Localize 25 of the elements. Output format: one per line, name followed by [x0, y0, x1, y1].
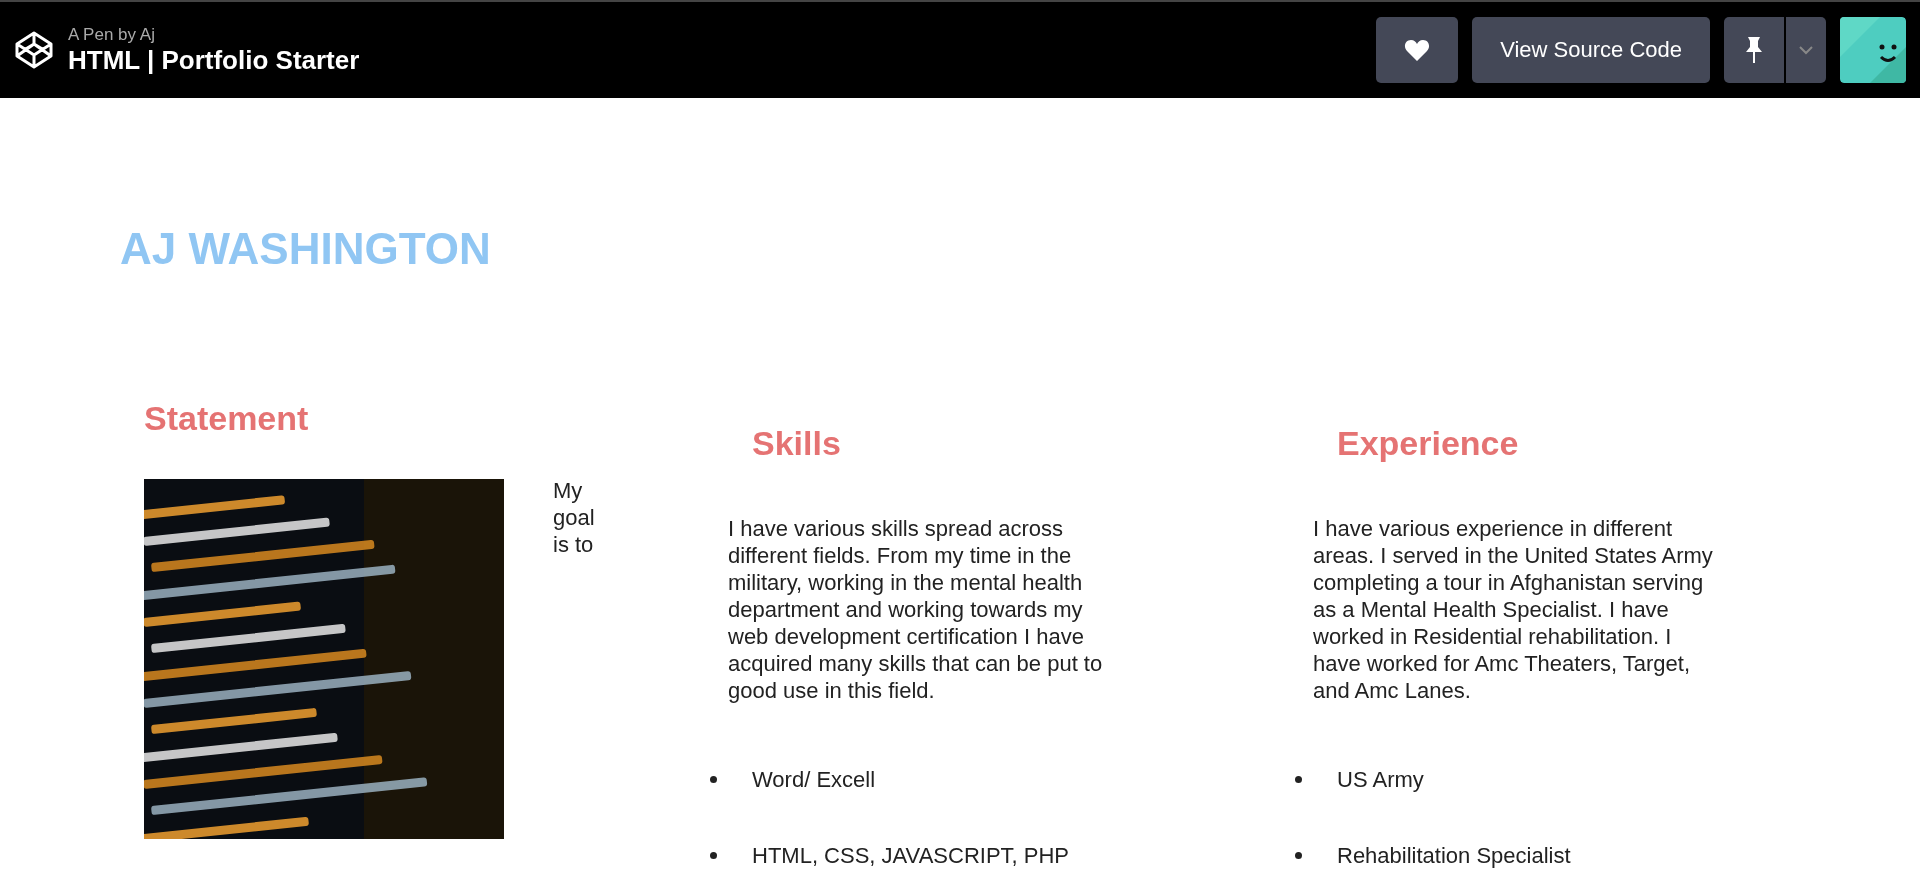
statement-text: My goal is to [553, 477, 596, 559]
bullet-icon [710, 776, 717, 783]
list-item: HTML, CSS, JAVASCRIPT, PHP [752, 842, 1070, 869]
bullet-icon [1295, 852, 1302, 859]
view-source-button[interactable]: View Source Code [1472, 17, 1710, 83]
cube-logo-icon[interactable] [14, 30, 54, 70]
caret-icon [1799, 45, 1813, 55]
section-heading: Skills [751, 423, 842, 463]
bullet-icon [710, 852, 717, 859]
list-item: Rehabilitation Specialist [1337, 842, 1571, 869]
page-title: AJ WASHINGTON [119, 223, 492, 275]
like-button[interactable] [1376, 17, 1459, 83]
avatar-icon[interactable] [1840, 17, 1906, 83]
heart-icon [1404, 38, 1431, 62]
pen-author: A Pen by Aj [68, 24, 156, 45]
pin-button[interactable] [1724, 17, 1784, 83]
pin-icon [1745, 36, 1763, 64]
section-heading: Statement [143, 398, 310, 438]
list-item: US Army [1337, 766, 1424, 793]
section-paragraph: I have various skills spread across different fields. From my time in the military, working in the mental health department and working towards my web development certification I have acquired many skills that can be put to good use in this field. [728, 515, 1104, 704]
bullet-icon [1295, 776, 1302, 783]
section-heading: Experience [1336, 423, 1520, 463]
list-item: Word/ Excell [752, 766, 876, 793]
pen-title: HTML | Portfolio Starter [68, 44, 360, 76]
section-paragraph: I have various experience in different areas. I served in the United States Army completing a tour in Afghanistan serving as a Mental Health Specialist. I have worked in Residential rehabilitation. I have worked for Amc Theaters, Target, and Amc Lanes. [1313, 515, 1713, 704]
